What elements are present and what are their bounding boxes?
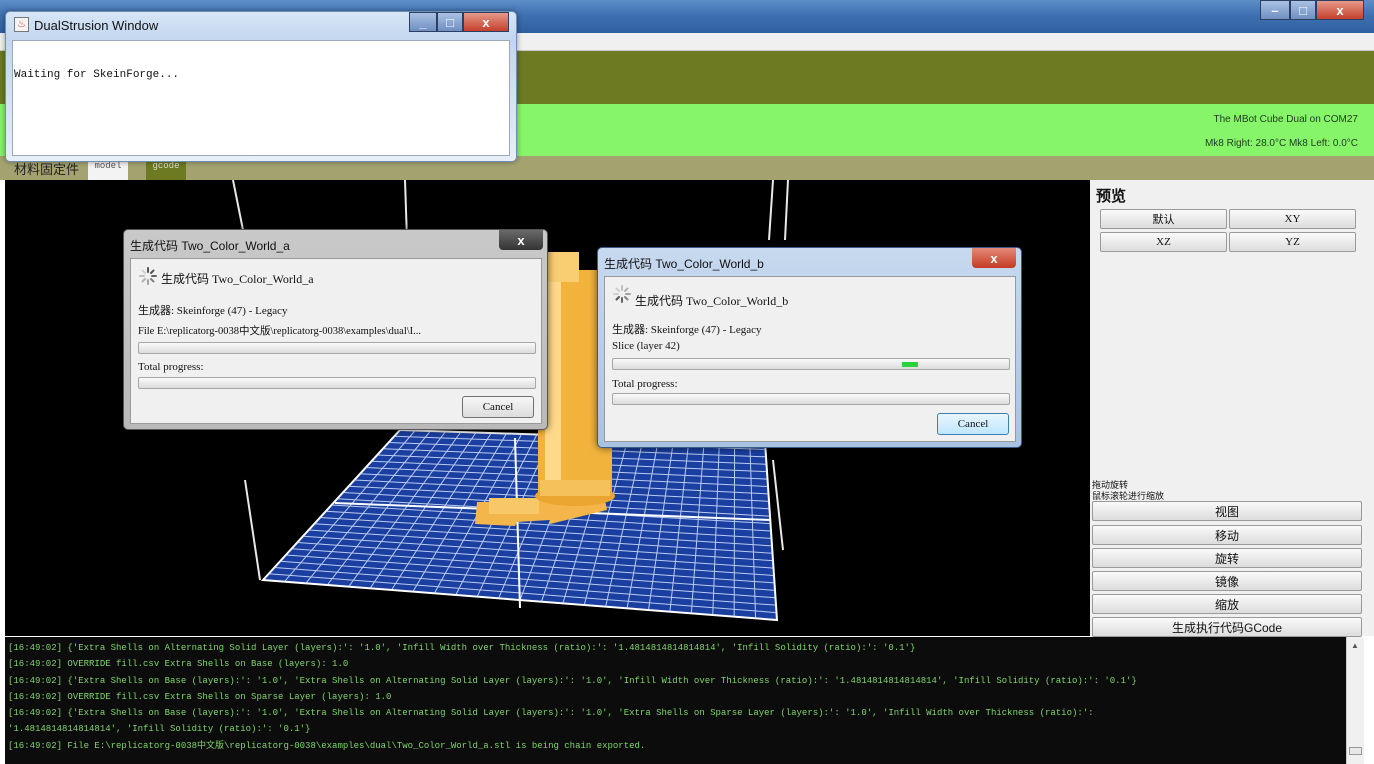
- dual-window-title: DualStrusion Window: [34, 18, 159, 33]
- spinner-icon: [139, 267, 157, 285]
- dialog-a-generator: 生成器: Skeinforge (47) - Legacy: [138, 305, 288, 317]
- dialog-b-total-progress-bar: [612, 393, 1010, 405]
- dialog-a-total-progress-bar: [138, 377, 536, 389]
- scroll-up-icon[interactable]: ▲: [1351, 641, 1359, 650]
- console-line: [16:49:02] OVERRIDE fill.csv Extra Shell…: [8, 659, 349, 670]
- dialog-a-cancel-button[interactable]: Cancel: [462, 396, 534, 418]
- dialog-a-progress-bar: [138, 342, 536, 354]
- view-xy-button[interactable]: XY: [1229, 209, 1356, 229]
- console-line: [16:49:02] OVERRIDE fill.csv Extra Shell…: [8, 691, 392, 702]
- temperature-status: Mk8 Right: 28.0°C Mk8 Left: 0.0°C: [1204, 138, 1358, 149]
- console-output[interactable]: [16:49:02] {'Extra Shells on Alternating…: [5, 637, 1346, 764]
- scale-button[interactable]: 缩放: [1092, 594, 1362, 614]
- close-icon[interactable]: x: [972, 248, 1016, 268]
- maximize-icon[interactable]: □: [437, 12, 463, 32]
- view-yz-button[interactable]: YZ: [1229, 232, 1356, 252]
- progress-fill: [902, 362, 918, 367]
- generate-dialog-b: 生成代码 Two_Color_World_b x 生成代码 Two_Color_…: [597, 247, 1022, 448]
- preview-panel: 预览 默认 XY XZ YZ 拖动旋转 鼠标滚轮进行缩放 视图 移动 旋转 镜像…: [1090, 180, 1374, 637]
- console-line: [16:49:02] File E:\replicatorg-0038中文版\r…: [8, 740, 646, 751]
- dialog-a-total-label: Total progress:: [138, 361, 204, 373]
- dialog-b-cancel-button[interactable]: Cancel: [937, 413, 1009, 435]
- mirror-button[interactable]: 镜像: [1092, 571, 1362, 591]
- maximize-icon[interactable]: □: [1290, 0, 1316, 20]
- dialog-a-title: 生成代码 Two_Color_World_a: [130, 239, 290, 253]
- dual-window-controls: _ □ x: [409, 12, 509, 32]
- generate-gcode-button[interactable]: 生成执行代码GCode: [1092, 617, 1362, 637]
- dual-window-body: [12, 40, 510, 156]
- dualstrusion-window: ♨ DualStrusion Window _ □ x Waiting for …: [5, 11, 517, 162]
- console-line: [16:49:02] {'Extra Shells on Base (layer…: [8, 708, 1094, 719]
- dialog-a-file: File E:\replicatorg-0038中文版\replicatorg-…: [138, 326, 422, 337]
- dialog-b-body: 生成代码 Two_Color_World_b 生成器: Skeinforge (…: [604, 276, 1016, 442]
- dialog-b-generator: 生成器: Skeinforge (47) - Legacy: [612, 324, 762, 336]
- waiting-message: Waiting for SkeinForge...: [14, 69, 180, 81]
- view-default-button[interactable]: 默认: [1100, 209, 1227, 229]
- java-icon: ♨: [14, 17, 29, 32]
- minimize-icon[interactable]: _: [409, 12, 437, 32]
- minimize-icon[interactable]: –: [1260, 0, 1290, 20]
- panel-title: 预览: [1096, 189, 1127, 205]
- close-icon[interactable]: x: [499, 230, 543, 250]
- console-line: '1.4814814814814814', 'Infill Solidity (…: [8, 724, 311, 735]
- view-button[interactable]: 视图: [1092, 501, 1362, 521]
- dialog-a-heading: 生成代码 Two_Color_World_a: [161, 272, 314, 286]
- close-icon[interactable]: x: [463, 12, 509, 32]
- dialog-b-total-label: Total progress:: [612, 378, 678, 390]
- console-line: [16:49:02] {'Extra Shells on Base (layer…: [8, 675, 1137, 686]
- console-scrollbar[interactable]: ▲: [1346, 637, 1364, 764]
- rotate-button[interactable]: 旋转: [1092, 548, 1362, 568]
- dialog-b-progress-bar: [612, 358, 1010, 370]
- main-window-controls: – □ x: [1260, 0, 1364, 20]
- spinner-icon: [613, 285, 631, 303]
- dialog-b-title: 生成代码 Two_Color_World_b: [604, 257, 764, 271]
- move-button[interactable]: 移动: [1092, 525, 1362, 545]
- dialog-a-body: 生成代码 Two_Color_World_a 生成器: Skeinforge (…: [130, 258, 542, 424]
- dialog-b-status: Slice (layer 42): [612, 340, 680, 352]
- view-xz-button[interactable]: XZ: [1100, 232, 1227, 252]
- close-icon[interactable]: x: [1316, 0, 1364, 20]
- generate-dialog-a: 生成代码 Two_Color_World_a x 生成代码 Two_Color_…: [123, 229, 548, 430]
- console-line: [16:49:02] {'Extra Shells on Alternating…: [8, 643, 916, 653]
- dialog-b-heading: 生成代码 Two_Color_World_b: [635, 294, 789, 308]
- machine-status: The MBot Cube Dual on COM27: [1213, 114, 1358, 125]
- scroll-thumb[interactable]: [1349, 747, 1362, 755]
